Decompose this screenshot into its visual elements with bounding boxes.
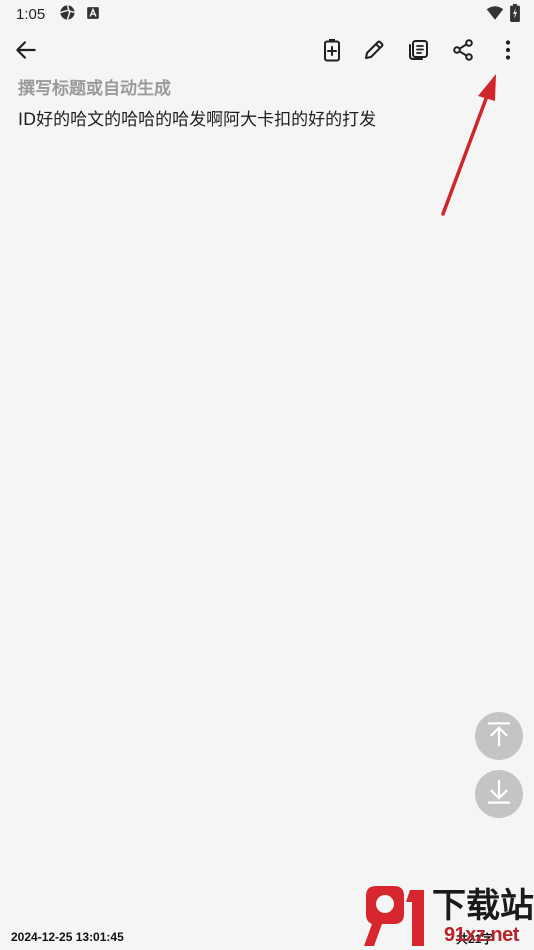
title-input[interactable]: 撰写标题或自动生成 — [18, 74, 498, 100]
pencil-icon — [362, 38, 386, 62]
back-button[interactable] — [8, 32, 44, 68]
copy-button[interactable] — [400, 32, 436, 68]
aperture-icon — [59, 4, 76, 25]
watermark-brand: 下载站 — [432, 886, 534, 926]
note-editor-screen: 1:05 撰写标题或自动生成 ID好的哈文的哈哈的哈发啊阿大卡扣的好的打发 20… — [0, 0, 534, 950]
more-vertical-icon — [496, 38, 520, 62]
back-arrow-icon — [13, 37, 39, 63]
edit-button[interactable] — [356, 32, 392, 68]
status-left-icons — [59, 4, 100, 25]
status-bar: 1:05 — [0, 0, 534, 28]
add-attachment-button[interactable] — [314, 32, 350, 68]
scroll-to-bottom-button[interactable] — [475, 770, 523, 818]
more-options-button[interactable] — [490, 32, 526, 68]
modified-timestamp: 2024-12-25 13:01:45 — [11, 930, 124, 944]
annotation-arrow — [441, 74, 496, 216]
note-body-text[interactable]: ID好的哈文的哈哈的哈发啊阿大卡扣的好的打发 — [18, 105, 518, 131]
share-button[interactable] — [445, 32, 481, 68]
keyboard-a-icon — [86, 5, 100, 24]
share-icon — [451, 38, 475, 62]
scroll-to-top-button[interactable] — [475, 712, 523, 760]
status-right-icons — [486, 4, 520, 26]
battery-charging-icon — [510, 4, 520, 26]
copy-icon — [406, 38, 430, 62]
watermark-logo-icon — [364, 886, 424, 946]
arrow-down-to-line-icon — [484, 777, 514, 811]
status-time: 1:05 — [16, 5, 46, 23]
wifi-icon — [486, 5, 504, 25]
watermark-domain: 91xz.net — [444, 924, 519, 946]
toolbar — [0, 28, 534, 72]
site-watermark: 下载站 91xz.net — [360, 884, 534, 950]
battery-plus-icon — [321, 38, 343, 62]
arrow-up-to-line-icon — [484, 719, 514, 753]
